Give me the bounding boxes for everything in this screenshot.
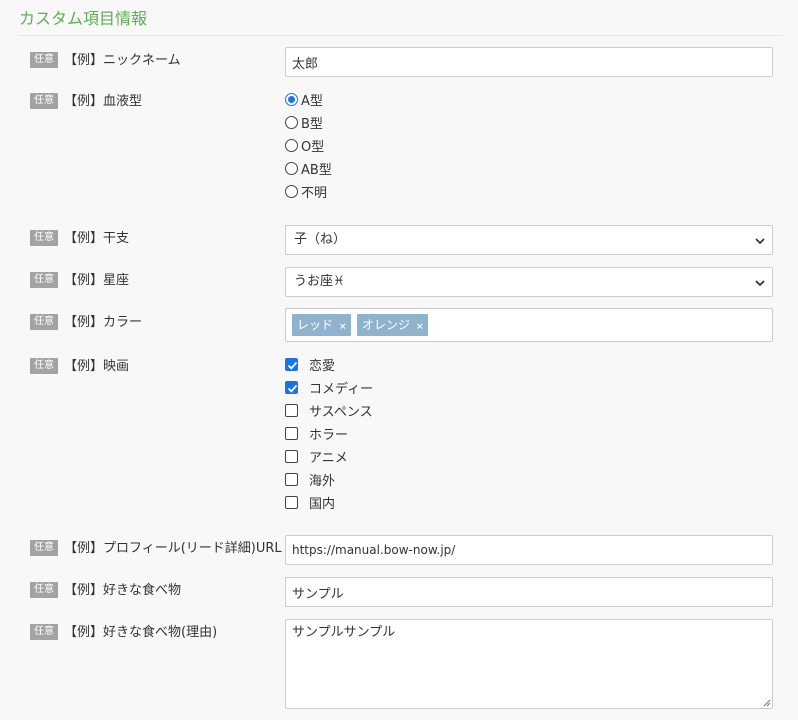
blood-type-option-b[interactable]: B型 bbox=[285, 113, 323, 132]
movie-option-comedy[interactable]: コメディー bbox=[285, 378, 374, 397]
option-label: アニメ bbox=[309, 450, 348, 466]
field-label-blood-type: 【例】血液型 bbox=[64, 94, 143, 109]
option-label: サスペンス bbox=[309, 404, 373, 420]
field-label-favorite-food: 【例】好きな食べ物 bbox=[64, 583, 182, 598]
favorite-food-reason-wrapper: サンプルサンプル bbox=[0, 619, 798, 709]
section-divider bbox=[18, 35, 783, 36]
option-label: B型 bbox=[301, 116, 323, 132]
movie-option-anime[interactable]: アニメ bbox=[285, 447, 348, 466]
option-label: コメディー bbox=[309, 381, 374, 397]
color-tag: レッド × bbox=[292, 314, 351, 336]
optional-badge: 任意 bbox=[30, 52, 58, 68]
radio-button[interactable] bbox=[285, 92, 298, 106]
blood-type-option-ab[interactable]: AB型 bbox=[285, 159, 332, 178]
radio-button[interactable] bbox=[285, 184, 298, 198]
field-label-nickname: 【例】ニックネーム bbox=[64, 53, 181, 68]
tag-remove-icon[interactable]: × bbox=[339, 322, 347, 332]
option-label: 国内 bbox=[309, 496, 336, 512]
color-tag: オレンジ × bbox=[357, 314, 428, 336]
eto-selected-value: 子（ね） bbox=[294, 232, 347, 247]
optional-badge: 任意 bbox=[30, 93, 58, 109]
radio-button[interactable] bbox=[285, 115, 298, 129]
option-label: ホラー bbox=[309, 427, 349, 443]
option-label: 不明 bbox=[301, 185, 328, 201]
movie-option-suspense[interactable]: サスペンス bbox=[285, 401, 373, 420]
tag-label: オレンジ bbox=[362, 318, 411, 332]
movie-option-domestic[interactable]: 国内 bbox=[285, 493, 336, 512]
checkbox[interactable] bbox=[285, 472, 298, 486]
checkbox[interactable] bbox=[285, 495, 298, 509]
movie-option-overseas[interactable]: 海外 bbox=[285, 470, 336, 489]
eto-select[interactable]: 子（ね） bbox=[285, 225, 773, 255]
optional-badge: 任意 bbox=[30, 230, 58, 246]
field-label-eto: 【例】干支 bbox=[64, 231, 130, 246]
blood-type-option-unknown[interactable]: 不明 bbox=[285, 182, 328, 201]
option-label: A型 bbox=[301, 93, 323, 109]
checkbox[interactable] bbox=[285, 449, 298, 463]
radio-button[interactable] bbox=[285, 161, 298, 175]
resize-grip-icon[interactable] bbox=[763, 699, 771, 707]
favorite-food-reason-textarea[interactable]: サンプルサンプル bbox=[285, 619, 773, 709]
section-title: カスタム項目情報 bbox=[19, 9, 148, 28]
checkbox[interactable] bbox=[285, 380, 298, 394]
movie-option-romance[interactable]: 恋愛 bbox=[285, 355, 336, 374]
option-label: AB型 bbox=[301, 162, 332, 178]
chevron-down-icon bbox=[755, 280, 765, 287]
radio-button[interactable] bbox=[285, 138, 298, 152]
color-tag-input[interactable]: レッド × オレンジ × bbox=[285, 308, 773, 342]
constellation-selected-value: うお座♓ bbox=[294, 274, 345, 289]
movie-option-horror[interactable]: ホラー bbox=[285, 424, 349, 443]
blood-type-option-a[interactable]: A型 bbox=[285, 90, 323, 109]
constellation-select[interactable]: うお座♓ bbox=[285, 267, 773, 297]
optional-badge: 任意 bbox=[30, 582, 58, 598]
blood-type-option-o[interactable]: O型 bbox=[285, 136, 325, 155]
checkbox[interactable] bbox=[285, 403, 298, 417]
checkbox[interactable] bbox=[285, 357, 298, 371]
option-label: O型 bbox=[301, 139, 325, 155]
nickname-input[interactable] bbox=[285, 47, 773, 77]
field-label-color: 【例】カラー bbox=[64, 315, 143, 330]
option-label: 恋愛 bbox=[309, 358, 336, 374]
profile-url-input[interactable] bbox=[285, 535, 773, 565]
tag-remove-icon[interactable]: × bbox=[416, 322, 424, 332]
chevron-down-icon bbox=[755, 238, 765, 245]
field-label-movie: 【例】映画 bbox=[64, 359, 130, 374]
favorite-food-input[interactable] bbox=[285, 577, 773, 607]
field-label-constellation: 【例】星座 bbox=[64, 273, 130, 288]
tag-label: レッド bbox=[297, 318, 334, 332]
optional-badge: 任意 bbox=[30, 540, 58, 556]
checkbox[interactable] bbox=[285, 426, 298, 440]
option-label: 海外 bbox=[309, 473, 336, 489]
optional-badge: 任意 bbox=[30, 358, 58, 374]
checkmark-icon bbox=[287, 384, 298, 393]
field-label-profile-url: 【例】プロフィール(リード詳細)URL bbox=[64, 541, 282, 556]
checkmark-icon bbox=[287, 361, 298, 370]
optional-badge: 任意 bbox=[30, 314, 58, 330]
optional-badge: 任意 bbox=[30, 272, 58, 288]
